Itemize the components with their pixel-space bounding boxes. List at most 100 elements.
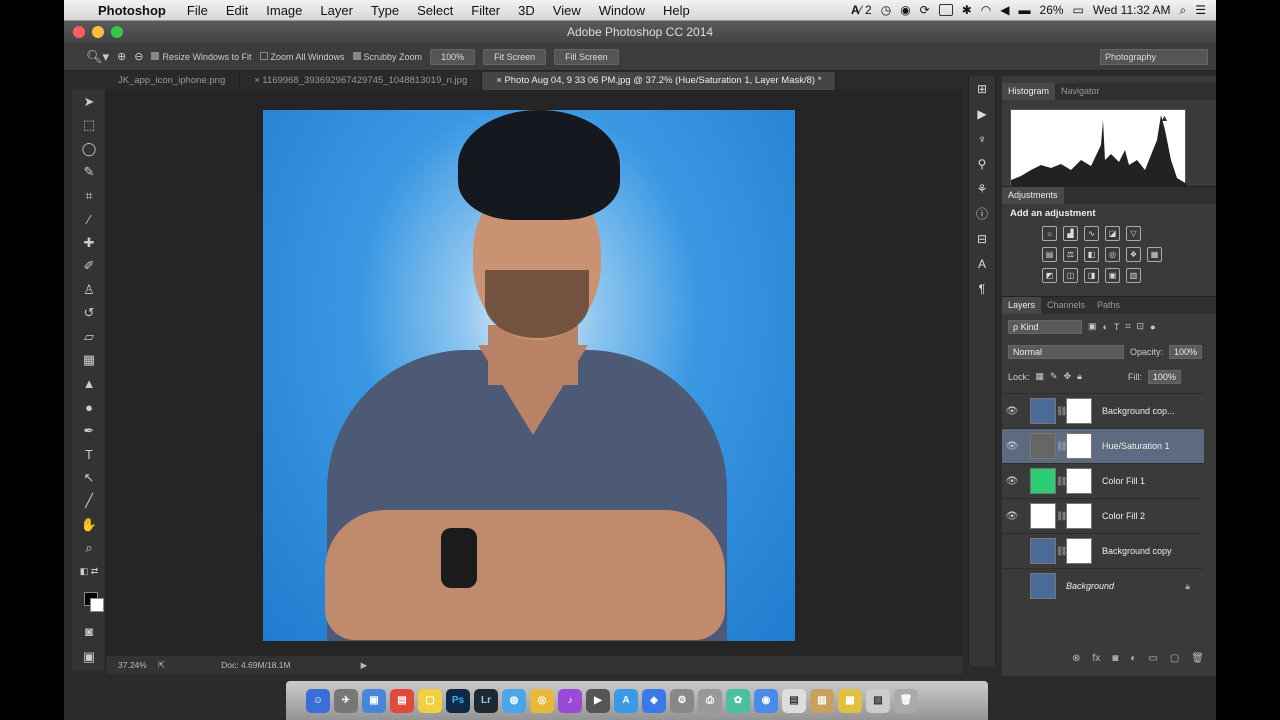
layer-visibility-icon[interactable]: 👁︎	[1002, 406, 1022, 417]
vibrance-icon[interactable]: ▽	[1126, 226, 1141, 241]
menu-app-name[interactable]: Photoshop	[98, 3, 166, 18]
color-lookup-icon[interactable]: ▦	[1147, 247, 1162, 262]
background-color-swatch[interactable]	[90, 598, 104, 612]
printer-icon[interactable]: ⎙	[698, 688, 722, 713]
facetime-icon[interactable]: ▶	[586, 688, 610, 713]
scrubby-zoom-checkbox[interactable]: Scrubby Zoom	[352, 51, 422, 62]
spotlight-search-icon[interactable]: ⌕	[1180, 3, 1187, 18]
menu-window[interactable]: Window	[599, 3, 645, 18]
tab-adjustments[interactable]: Adjustments	[1002, 187, 1064, 204]
menu-view[interactable]: View	[553, 3, 581, 18]
threshold-icon[interactable]: ◨	[1084, 268, 1099, 283]
layer-mask-thumbnail[interactable]	[1066, 503, 1092, 529]
layer-mask-thumbnail[interactable]	[1066, 398, 1092, 424]
lightroom-dock-icon[interactable]: Lr	[474, 688, 498, 713]
dodge-tool-icon[interactable]: ●	[72, 396, 106, 420]
line-tool-icon[interactable]: ╱	[72, 490, 106, 514]
pen-tool-icon[interactable]: ✒	[72, 419, 106, 443]
layer-row[interactable]: 👁︎ ⛓ Background cop...	[1002, 393, 1204, 428]
properties-panel-icon[interactable]: ⊟	[969, 226, 995, 251]
gradient-map-icon[interactable]: ▥	[1126, 268, 1141, 283]
type-tool-icon[interactable]: T	[72, 443, 106, 467]
canvas-area[interactable]	[106, 90, 962, 656]
notification-center-icon[interactable]: ☰	[1195, 3, 1206, 17]
invert-icon[interactable]: ◩	[1042, 268, 1057, 283]
layer-link-icon[interactable]: ⛓	[1056, 546, 1067, 557]
menu-type[interactable]: Type	[371, 3, 399, 18]
zoom-in-icon[interactable]: ⊕	[117, 50, 126, 63]
fit-screen-button[interactable]: Fit Screen	[483, 48, 547, 65]
zoom-tool-icon[interactable]: 🔍︎▾	[86, 49, 109, 65]
paragraph-panel-icon[interactable]: ¶	[969, 276, 995, 301]
character-panel-icon[interactable]: A	[969, 251, 995, 276]
layer-visibility-icon[interactable]: 👁︎	[1002, 476, 1022, 487]
layer-name[interactable]: Background copy	[1102, 546, 1172, 556]
iphoto-icon[interactable]: ✿	[726, 688, 750, 713]
filter-toggle-icon[interactable]: ●	[1150, 322, 1155, 332]
layer-thumbnail[interactable]	[1030, 468, 1056, 494]
zoom-all-windows-checkbox[interactable]: Zoom All Windows	[259, 51, 345, 62]
menu-image[interactable]: Image	[266, 3, 302, 18]
document-image[interactable]	[263, 110, 795, 641]
actions-panel-icon[interactable]: ▶	[969, 101, 995, 126]
zoom-out-icon[interactable]: ⊖	[134, 50, 143, 63]
fill-screen-button[interactable]: Fill Screen	[554, 48, 619, 65]
menu-help[interactable]: Help	[663, 3, 690, 18]
menu-3d[interactable]: 3D	[518, 3, 535, 18]
volume-icon[interactable]: ◀	[1000, 3, 1009, 17]
layer-mask-thumbnail[interactable]	[1066, 538, 1092, 564]
brush-tool-icon[interactable]: ✐	[72, 255, 106, 279]
wifi-icon[interactable]: ◠	[981, 3, 991, 17]
marquee-tool-icon[interactable]: ⬚	[72, 114, 106, 138]
menu-filter[interactable]: Filter	[471, 3, 500, 18]
crop-tool-icon[interactable]: ⌗	[72, 184, 106, 208]
workspace-select[interactable]: Photography	[1100, 48, 1208, 65]
channel-mixer-icon[interactable]: ❖	[1126, 247, 1141, 262]
layer-row[interactable]: Background 🔒︎	[1002, 568, 1204, 603]
screen-mode-icon[interactable]: ▣	[72, 645, 106, 669]
close-window-button[interactable]	[73, 26, 85, 38]
filter-shape-icon[interactable]: ⌗	[1125, 321, 1130, 332]
layer-thumbnail[interactable]	[1030, 573, 1056, 599]
menu-file[interactable]: File	[187, 3, 208, 18]
brightness-contrast-icon[interactable]: ☼	[1042, 226, 1057, 241]
downloads-stack-icon[interactable]: ▥	[810, 688, 834, 713]
finder-icon[interactable]: ☺	[306, 688, 330, 713]
tab-layers[interactable]: Layers	[1002, 297, 1042, 314]
photo-filter-icon[interactable]: ◎	[1105, 247, 1120, 262]
tab-doc-1[interactable]: JK_app_icon_iphone.png	[104, 72, 241, 90]
tab-doc-2[interactable]: × 1169968_393692967429745_1048813019_n.j…	[240, 72, 483, 90]
adobe-illustrator-status-icon[interactable]: A⁄ 2	[851, 3, 872, 17]
minimize-window-button[interactable]	[92, 26, 104, 38]
menu-edit[interactable]: Edit	[226, 3, 248, 18]
status-menu-arrow-icon[interactable]: ▶	[361, 660, 368, 671]
tab-navigator[interactable]: Navigator	[1055, 83, 1106, 100]
link-layers-icon[interactable]: ⊗	[1072, 653, 1080, 664]
black-white-icon[interactable]: ◧	[1084, 247, 1099, 262]
healing-brush-tool-icon[interactable]: ✚	[72, 231, 106, 255]
filter-type-icon[interactable]: T	[1114, 322, 1120, 332]
window-status-icon[interactable]	[938, 4, 953, 16]
layer-name[interactable]: Color Fill 1	[1102, 476, 1145, 486]
eraser-tool-icon[interactable]: ▱	[72, 325, 106, 349]
history-brush-tool-icon[interactable]: ↺	[72, 302, 106, 326]
filter-adjustment-icon[interactable]: ◐	[1103, 322, 1108, 332]
quick-select-tool-icon[interactable]: ✎	[72, 161, 106, 185]
pictures-stack-icon[interactable]: ▦	[838, 688, 862, 713]
documents-stack-icon[interactable]: ▤	[782, 688, 806, 713]
layer-row[interactable]: ⛓ Background copy	[1002, 533, 1204, 568]
gradient-tool-icon[interactable]: ▦	[72, 349, 106, 373]
lock-transparent-icon[interactable]: ▦	[1036, 371, 1045, 382]
color-balance-icon[interactable]: ⚖	[1063, 247, 1078, 262]
battery-icon[interactable]: ▭	[1073, 3, 1084, 17]
layer-thumbnail[interactable]	[1030, 433, 1056, 459]
layer-mask-thumbnail[interactable]	[1066, 468, 1092, 494]
blend-mode-select[interactable]: Normal	[1008, 344, 1124, 359]
posterize-icon[interactable]: ◫	[1063, 268, 1078, 283]
stickies-icon[interactable]: ▢	[418, 688, 442, 713]
eyedropper-tool-icon[interactable]: ⁄	[72, 208, 106, 232]
menu-select[interactable]: Select	[417, 3, 453, 18]
app-store-icon[interactable]: A	[614, 688, 638, 713]
layer-link-icon[interactable]: ⛓	[1056, 511, 1067, 522]
preview-icon[interactable]: ▣	[362, 688, 386, 713]
